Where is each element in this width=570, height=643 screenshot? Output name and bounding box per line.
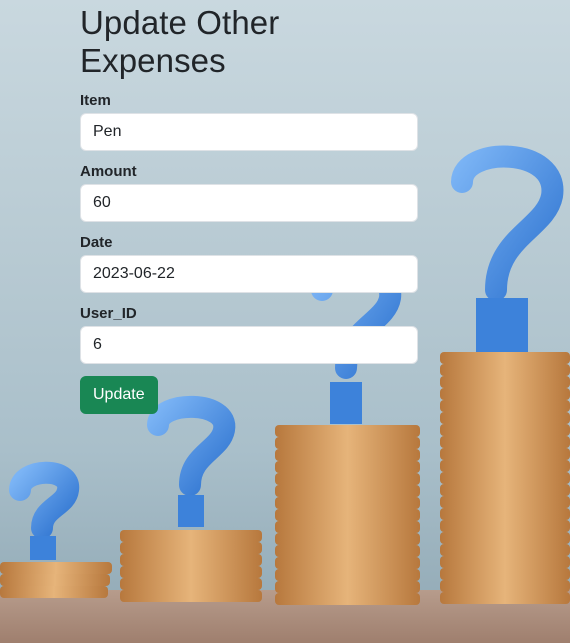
item-input[interactable] <box>80 112 418 151</box>
page-title: Update Other Expenses <box>80 4 280 79</box>
user-id-label: User_ID <box>80 304 137 322</box>
amount-field-group: Amount <box>80 163 418 222</box>
item-field-group: Item <box>80 92 418 151</box>
update-expense-form: Update Other Expenses Item Amount Date U… <box>80 4 418 414</box>
user-id-input[interactable] <box>80 325 418 364</box>
item-label: Item <box>80 91 111 109</box>
amount-input[interactable] <box>80 183 418 222</box>
date-field-group: Date <box>80 234 418 293</box>
amount-label: Amount <box>80 162 137 180</box>
user-id-field-group: User_ID <box>80 305 418 364</box>
date-label: Date <box>80 233 113 251</box>
date-input[interactable] <box>80 254 418 293</box>
update-button[interactable]: Update <box>80 375 158 414</box>
